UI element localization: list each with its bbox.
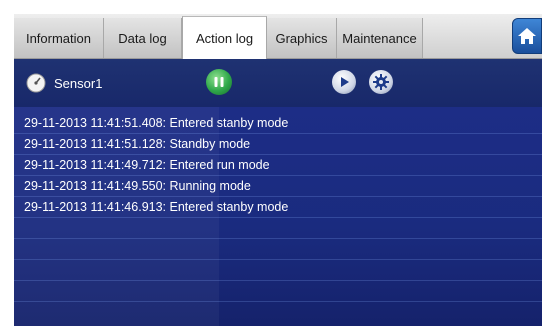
tab-action-log[interactable]: Action log <box>182 16 267 59</box>
home-button[interactable] <box>512 18 542 54</box>
log-entry: 29-11-2013 11:41:51.408: Entered stanby … <box>14 113 542 134</box>
tab-information[interactable]: Information <box>14 18 104 58</box>
pause-button[interactable] <box>206 69 232 95</box>
toolbar: Sensor1 <box>14 59 542 107</box>
log-entry: 29-11-2013 11:41:49.712: Entered run mod… <box>14 155 542 176</box>
log-entry <box>14 281 542 302</box>
pause-icon <box>214 77 224 87</box>
app-window: Information Data log Action log Graphics… <box>14 14 542 326</box>
sensor-selector[interactable]: Sensor1 <box>26 71 102 95</box>
play-icon <box>341 77 349 87</box>
tab-data-log[interactable]: Data log <box>104 18 182 58</box>
action-log-list[interactable]: 29-11-2013 11:41:51.408: Entered stanby … <box>14 107 542 326</box>
home-icon <box>518 28 536 44</box>
log-entry: 29-11-2013 11:41:51.128: Standby mode <box>14 134 542 155</box>
gear-icon <box>373 74 389 90</box>
tab-graphics[interactable]: Graphics <box>267 18 337 58</box>
log-entry <box>14 239 542 260</box>
tab-bar: Information Data log Action log Graphics… <box>14 14 542 59</box>
play-button[interactable] <box>332 70 356 94</box>
sensor-label: Sensor1 <box>54 75 103 91</box>
log-entry: 29-11-2013 11:41:46.913: Entered stanby … <box>14 197 542 218</box>
log-entry <box>14 218 542 239</box>
tab-maintenance[interactable]: Maintenance <box>337 18 423 58</box>
gauge-icon <box>26 73 46 93</box>
settings-button[interactable] <box>369 70 393 94</box>
log-entry <box>14 260 542 281</box>
log-entry: 29-11-2013 11:41:49.550: Running mode <box>14 176 542 197</box>
